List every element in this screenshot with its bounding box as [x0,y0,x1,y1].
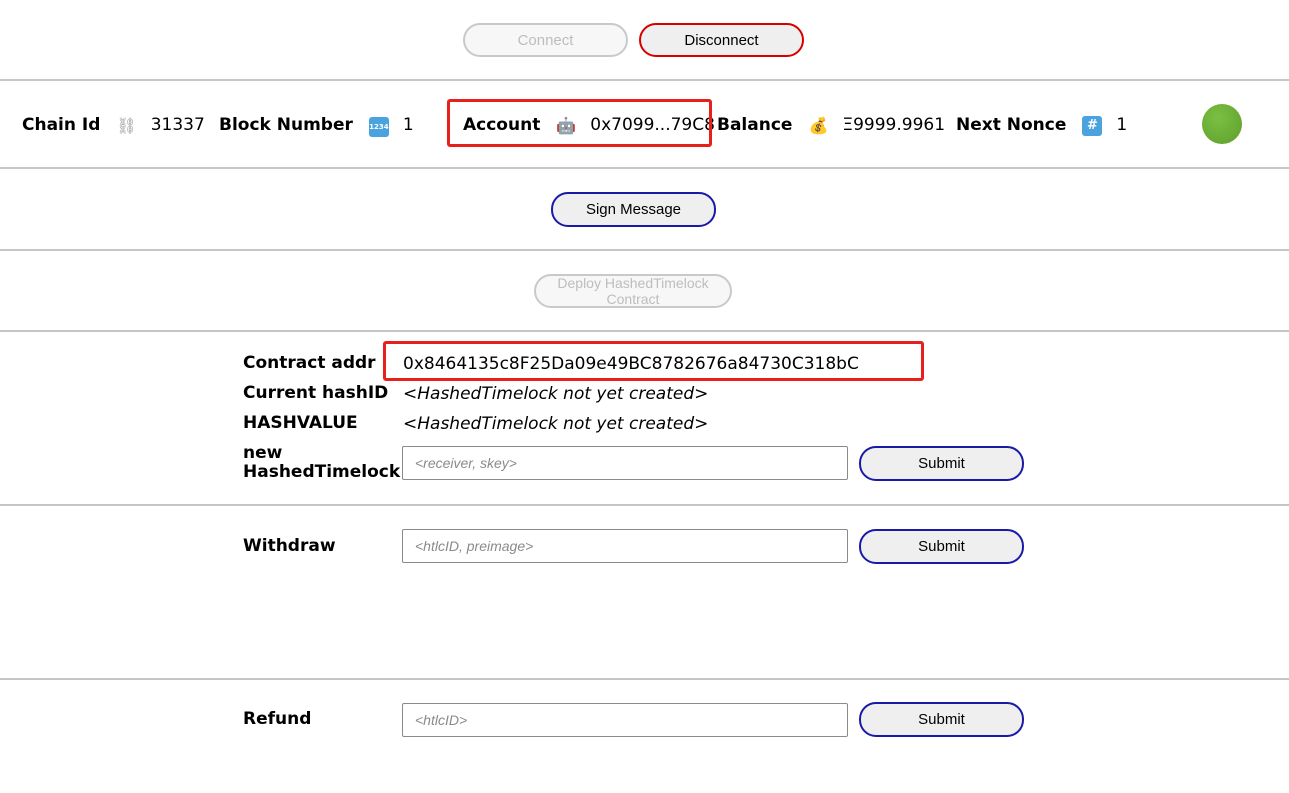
block-number-label: Block Number [219,115,353,135]
connect-button[interactable]: Connect [463,23,628,57]
next-nonce-value: 1 [1116,115,1128,135]
numbers-icon: 1234 [368,114,389,137]
refund-label: Refund [243,709,312,729]
next-nonce-label: Next Nonce [956,115,1067,135]
new-hashedtimelock-input[interactable] [402,446,848,480]
chain-id-value: 31337 [150,115,205,135]
divider [0,678,1289,680]
balance-label: Balance [717,115,793,135]
refund-submit-button[interactable]: Submit [859,702,1024,737]
chain-link-icon: ⛓ [116,115,137,135]
divider [0,504,1289,506]
current-hashid-value: <HashedTimelock not yet created> [403,384,709,404]
hashvalue-value: <HashedTimelock not yet created> [403,414,709,434]
contract-addr-label: Contract addr [243,353,376,373]
withdraw-input[interactable] [402,529,848,563]
disconnect-button[interactable]: Disconnect [639,23,804,57]
next-nonce-status: Next Nonce # 1 [956,112,1127,138]
block-number-status: Block Number 1234 1 [219,112,414,138]
hashvalue-label: HASHVALUE [243,413,358,433]
new-hashedtimelock-label: new HashedTimelock [243,443,401,482]
divider [0,330,1289,332]
withdraw-label: Withdraw [243,536,336,556]
withdraw-submit-button[interactable]: Submit [859,529,1024,564]
chain-id-status: Chain Id ⛓ 31337 [22,112,205,138]
block-number-value: 1 [402,115,414,135]
chain-id-label: Chain Id [22,115,101,135]
deploy-hashedtimelock-button[interactable]: Deploy HashedTimelock Contract [534,274,732,308]
connection-status-indicator [1202,104,1242,144]
divider [0,167,1289,169]
divider [0,79,1289,81]
money-bag-icon: 💰 [808,115,829,135]
refund-input[interactable] [402,703,848,737]
highlight-box-account [447,99,712,147]
new-hashedtimelock-submit-button[interactable]: Submit [859,446,1024,481]
current-hashid-label: Current hashID [243,383,389,403]
balance-value: Ξ9999.9961 [842,115,946,135]
hash-icon: # [1082,114,1103,136]
sign-message-button[interactable]: Sign Message [551,192,716,227]
highlight-box-contract-addr [383,341,924,381]
divider [0,249,1289,251]
balance-status: Balance 💰 Ξ9999.9961 [717,112,945,138]
